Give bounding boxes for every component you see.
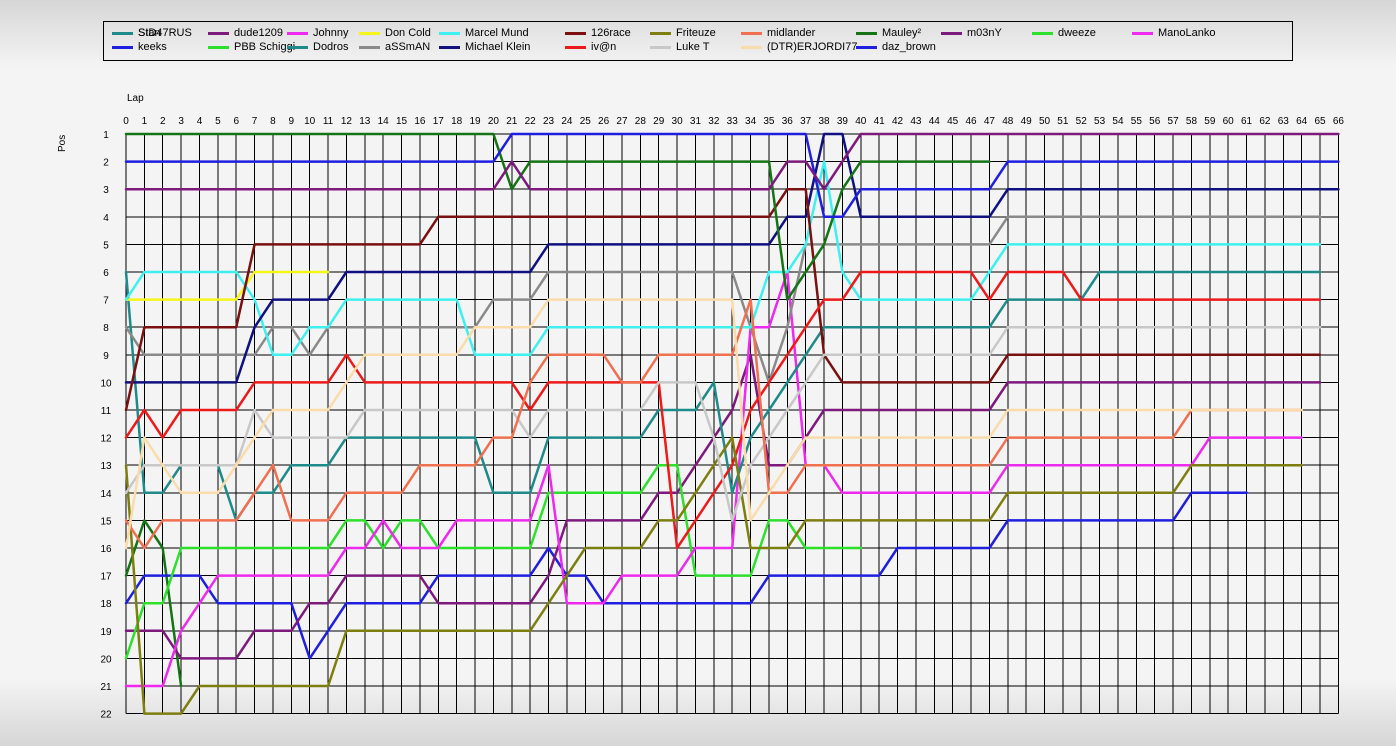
x-tick-label-41: 41 (874, 116, 886, 127)
x-tick-label-14: 14 (378, 116, 390, 127)
x-tick-label-4: 4 (197, 116, 203, 127)
x-tick-label-26: 26 (598, 116, 610, 127)
y-tick-label-13: 13 (100, 461, 112, 472)
x-tick-label-8: 8 (270, 116, 276, 127)
y-tick-label-2: 2 (103, 158, 109, 169)
x-tick-label-61: 61 (1241, 116, 1253, 127)
x-tick-label-50: 50 (1039, 116, 1051, 127)
y-tick-label-19: 19 (100, 627, 112, 638)
x-axis-label: Lap (127, 93, 144, 104)
y-tick-label-22: 22 (100, 710, 112, 721)
x-tick-label-29: 29 (653, 116, 665, 127)
x-tick-labels: 0 1 2 3 4 5 6 7 8 9 10 11 12 13 14 15 16 17 18 19 20 21 22 23 24… (123, 116, 1344, 127)
y-tick-label-17: 17 (100, 572, 112, 583)
series-line-8 (124, 160, 1322, 357)
x-tick-label-46: 46 (965, 116, 977, 127)
y-tick-label-10: 10 (100, 378, 112, 389)
x-tick-label-44: 44 (929, 116, 941, 127)
x-tick-label-56: 56 (1149, 116, 1161, 127)
x-tick-label-21: 21 (506, 116, 518, 127)
x-tick-label-1: 1 (142, 116, 148, 127)
x-tick-label-42: 42 (892, 116, 904, 127)
x-tick-label-64: 64 (1296, 116, 1308, 127)
y-tick-label-9: 9 (103, 351, 109, 362)
x-tick-label-66: 66 (1333, 116, 1345, 127)
x-tick-label-16: 16 (414, 116, 426, 127)
x-tick-label-19: 19 (469, 116, 481, 127)
x-tick-label-32: 32 (708, 116, 720, 127)
series-line-6 (124, 270, 330, 301)
x-tick-label-9: 9 (289, 116, 295, 127)
x-tick-label-34: 34 (745, 116, 757, 127)
x-tick-label-6: 6 (233, 116, 239, 127)
x-tick-label-17: 17 (433, 116, 445, 127)
x-tick-label-40: 40 (855, 116, 867, 127)
y-tick-label-3: 3 (103, 185, 109, 196)
y-tick-label-14: 14 (100, 489, 112, 500)
x-tick-label-37: 37 (800, 116, 812, 127)
x-tick-label-54: 54 (1112, 116, 1124, 127)
x-tick-label-18: 18 (451, 116, 463, 127)
x-tick-label-22: 22 (525, 116, 537, 127)
x-tick-label-59: 59 (1204, 116, 1216, 127)
x-tick-label-20: 20 (488, 116, 500, 127)
x-tick-label-36: 36 (782, 116, 794, 127)
y-tick-label-20: 20 (100, 654, 112, 665)
x-tick-label-3: 3 (178, 116, 184, 127)
x-tick-label-27: 27 (616, 116, 628, 127)
x-tick-label-2: 2 (160, 116, 166, 127)
x-tick-label-48: 48 (1002, 116, 1014, 127)
x-tick-label-63: 63 (1278, 116, 1290, 127)
y-tick-label-5: 5 (103, 240, 109, 251)
x-tick-label-62: 62 (1259, 116, 1271, 127)
x-tick-label-0: 0 (123, 116, 129, 127)
y-tick-label-4: 4 (103, 213, 109, 224)
x-tick-label-33: 33 (727, 116, 739, 127)
x-tick-label-30: 30 (672, 116, 684, 127)
x-tick-label-45: 45 (947, 116, 959, 127)
series-line-2 (124, 353, 1322, 660)
x-tick-label-53: 53 (1094, 116, 1106, 127)
x-tick-label-35: 35 (763, 116, 775, 127)
x-tick-label-15: 15 (396, 116, 408, 127)
x-tick-label-52: 52 (1076, 116, 1088, 127)
x-tick-label-10: 10 (304, 116, 316, 127)
x-tick-label-11: 11 (323, 116, 334, 127)
x-tick-label-25: 25 (580, 116, 592, 127)
y-tick-labels: 12345678910111213141516171819202122 (100, 130, 112, 721)
x-tick-label-13: 13 (359, 116, 371, 127)
y-tick-label-21: 21 (100, 682, 112, 693)
x-tick-label-7: 7 (252, 116, 258, 127)
x-tick-label-39: 39 (837, 116, 849, 127)
y-tick-label-16: 16 (100, 544, 112, 555)
x-tick-label-51: 51 (1057, 116, 1069, 127)
y-tick-label-15: 15 (100, 516, 112, 527)
y-tick-label-11: 11 (101, 406, 112, 417)
y-axis-label: Pos (57, 135, 68, 152)
x-tick-label-12: 12 (341, 116, 353, 127)
x-tick-label-55: 55 (1131, 116, 1143, 127)
x-tick-label-38: 38 (818, 116, 830, 127)
x-tick-label-24: 24 (561, 116, 573, 127)
x-tick-label-60: 60 (1223, 116, 1235, 127)
x-tick-label-57: 57 (1168, 116, 1180, 127)
x-tick-label-47: 47 (984, 116, 996, 127)
x-tick-label-5: 5 (215, 116, 221, 127)
x-tick-label-31: 31 (690, 116, 702, 127)
x-tick-label-65: 65 (1314, 116, 1326, 127)
lap-position-chart: Lap Pos 0 1 2 3 4 5 6 7 8 9 10 11 12 13 14 15 16 17 18 19 20… (57, 93, 1344, 721)
x-tick-label-23: 23 (543, 116, 555, 127)
x-tick-label-43: 43 (910, 116, 922, 127)
x-tick-label-49: 49 (1021, 116, 1033, 127)
y-tick-label-1: 1 (103, 130, 109, 141)
x-tick-label-58: 58 (1186, 116, 1198, 127)
y-tick-label-7: 7 (103, 296, 109, 307)
y-tick-label-18: 18 (100, 599, 112, 610)
y-tick-label-6: 6 (103, 268, 109, 279)
y-tick-label-8: 8 (103, 323, 109, 334)
y-tick-label-12: 12 (100, 434, 112, 445)
chart-grid (125, 133, 1339, 715)
x-tick-label-28: 28 (635, 116, 647, 127)
